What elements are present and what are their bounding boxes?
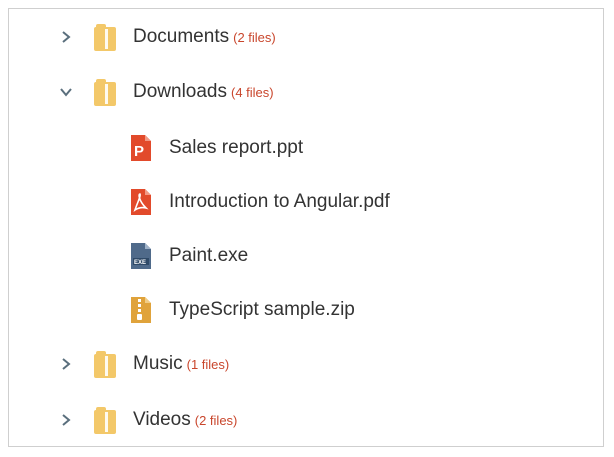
tree-node-documents[interactable]: Documents (2 files) — [9, 17, 603, 57]
zip-icon — [129, 295, 153, 325]
ppt-icon: P — [129, 133, 153, 163]
tree-node-file-exe[interactable]: EXE Paint.exe — [9, 236, 603, 276]
file-name: Paint.exe — [169, 245, 249, 266]
folder-icon — [93, 77, 117, 107]
tree-node-file-ppt[interactable]: P Sales report.ppt — [9, 128, 603, 168]
svg-text:EXE: EXE — [134, 260, 146, 266]
svg-text:P: P — [134, 143, 144, 160]
chevron-down-icon[interactable] — [58, 84, 74, 100]
chevron-right-icon[interactable] — [58, 356, 74, 372]
tree-node-file-pdf[interactable]: Introduction to Angular.pdf — [9, 182, 603, 222]
file-count: (1 files) — [186, 357, 230, 372]
folder-icon — [93, 405, 117, 435]
folder-label: Videos (2 files) — [133, 409, 237, 431]
file-tree: Documents (2 files) Downloads (4 files) P … — [8, 8, 604, 447]
folder-icon — [93, 22, 117, 52]
folder-label: Downloads (4 files) — [133, 81, 274, 103]
tree-node-downloads[interactable]: Downloads (4 files) — [9, 72, 603, 112]
tree-node-music[interactable]: Music (1 files) — [9, 344, 603, 384]
folder-name: Documents — [133, 26, 230, 47]
pdf-icon — [129, 187, 153, 217]
chevron-right-icon[interactable] — [58, 412, 74, 428]
folder-label: Music (1 files) — [133, 353, 229, 375]
file-name: Sales report.ppt — [169, 137, 304, 158]
tree-node-file-zip[interactable]: TypeScript sample.zip — [9, 290, 603, 330]
file-count: (2 files) — [233, 30, 276, 45]
folder-icon — [93, 349, 117, 379]
file-count: (4 files) — [231, 85, 274, 100]
folder-name: Music — [133, 353, 183, 374]
folder-label: Documents (2 files) — [133, 26, 276, 48]
chevron-right-icon[interactable] — [58, 29, 74, 45]
folder-name: Videos — [133, 409, 191, 430]
folder-name: Downloads — [133, 81, 227, 102]
file-name: Introduction to Angular.pdf — [169, 191, 390, 212]
exe-icon: EXE — [129, 241, 153, 271]
tree-node-videos[interactable]: Videos (2 files) — [9, 400, 603, 440]
file-count: (2 files) — [194, 413, 238, 428]
file-name: TypeScript sample.zip — [169, 299, 355, 320]
